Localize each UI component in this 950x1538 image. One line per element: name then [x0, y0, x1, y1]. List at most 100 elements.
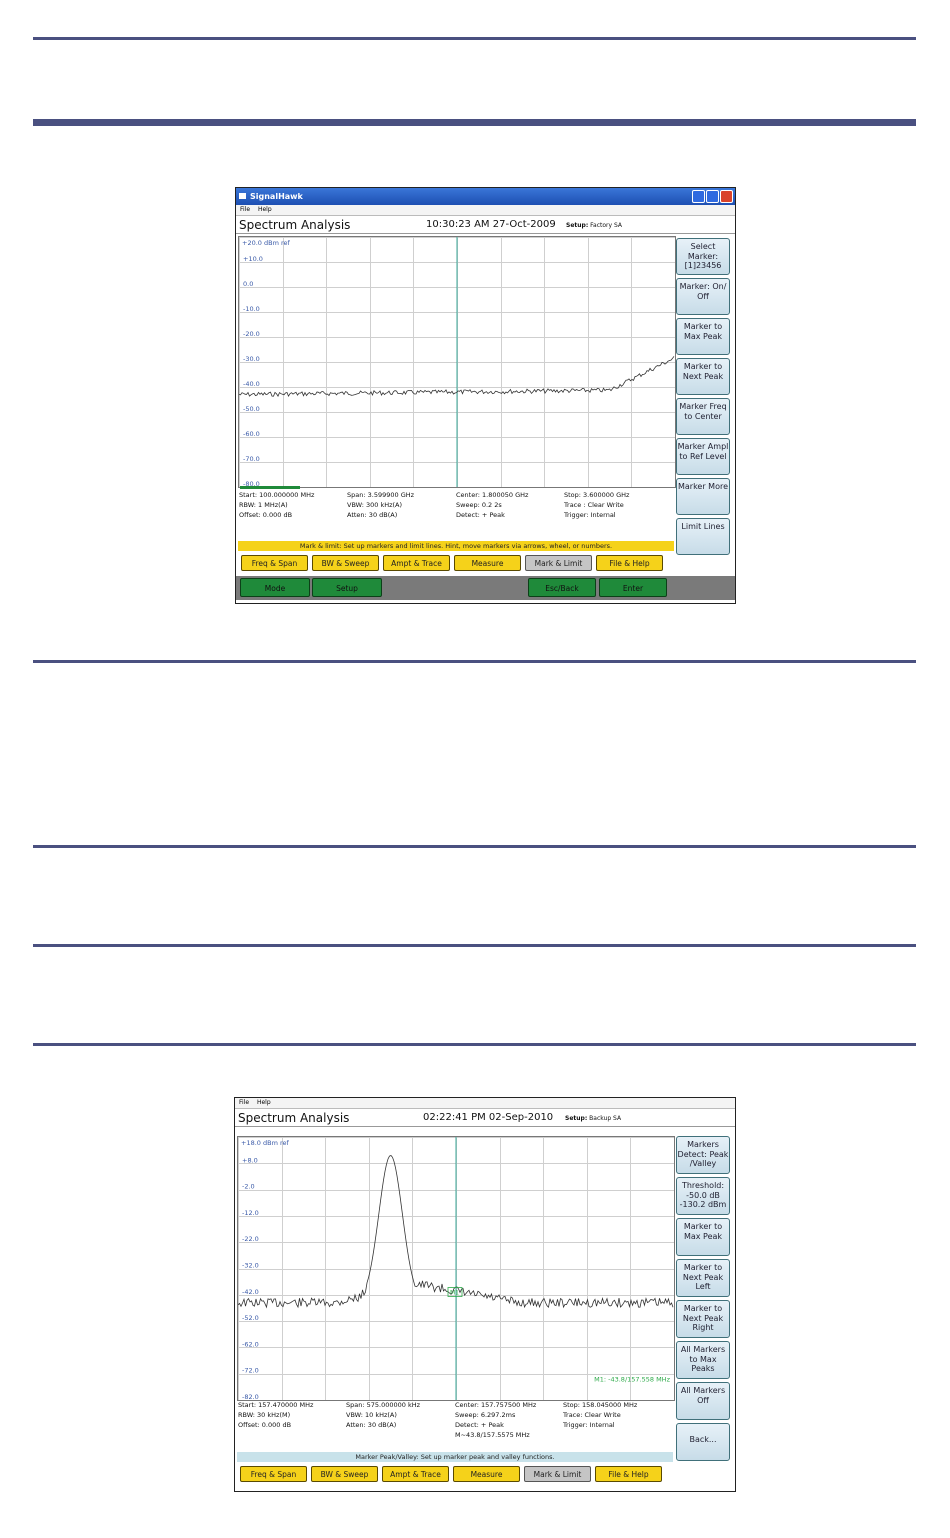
y-axis-tick-label: -10.0: [243, 305, 260, 313]
softkey-select-marker[interactable]: Select Marker: [1]23456: [676, 238, 730, 275]
sweep-parameters: Start: 157.470000 MHz RBW: 30 kHz(M) Off…: [238, 1401, 674, 1446]
softkey-all-markers-max-peaks[interactable]: All Markers to Max Peaks: [676, 1341, 730, 1379]
y-axis-tick-label: -20.0: [243, 330, 260, 338]
param-trigger: Trigger: Internal: [563, 1421, 615, 1429]
y-axis-tick-label: -52.0: [242, 1314, 259, 1322]
minimize-button[interactable]: [692, 190, 705, 203]
softkey-next-peak-right[interactable]: Marker to Next Peak Right: [676, 1300, 730, 1338]
tab-ampt-trace[interactable]: Ampt & Trace: [383, 555, 450, 571]
signalhawk-window-2: File Help Spectrum Analysis 02:22:41 PM …: [234, 1097, 736, 1492]
tab-mark-limit[interactable]: Mark & Limit: [525, 555, 592, 571]
param-atten: Atten: 30 dB(A): [347, 511, 398, 519]
softkey-limit-lines[interactable]: Limit Lines: [676, 518, 730, 555]
param-trace: Trace : Clear Write: [564, 501, 624, 509]
esc-back-button[interactable]: Esc/Back: [528, 578, 596, 597]
window-titlebar: SignalHawk: [236, 188, 735, 205]
y-axis-tick-label: -2.0: [242, 1183, 255, 1191]
param-trigger: Trigger: Internal: [564, 511, 616, 519]
section-rule: [33, 845, 916, 848]
menu-help[interactable]: Help: [258, 206, 272, 213]
softkey-marker-to-max-peak[interactable]: Marker to Max Peak: [676, 1218, 730, 1256]
param-trace: Trace: Clear Write: [563, 1411, 621, 1419]
tab-measure[interactable]: Measure: [454, 555, 521, 571]
y-axis-tick-label: -22.0: [242, 1235, 259, 1243]
softkey-all-markers-off[interactable]: All Markers Off: [676, 1382, 730, 1420]
screen-title: Spectrum Analysis: [239, 218, 351, 232]
param-sweep: Sweep: 6.297.2ms: [455, 1411, 516, 1419]
window-title: SignalHawk: [250, 192, 303, 201]
menu-bar: File Help: [236, 205, 735, 216]
sweep-parameters: Start: 100.000000 MHz RBW: 1 MHz(A) Offs…: [239, 491, 675, 526]
tab-measure[interactable]: Measure: [453, 1466, 520, 1482]
mode-button[interactable]: Mode: [240, 578, 310, 597]
softkey-marker-to-max-peak[interactable]: Marker to Max Peak: [676, 318, 730, 355]
y-axis-tick-label: -82.0: [242, 1393, 259, 1400]
spectrum-plot: +18.0 dBm ref +8.0 -2.0 -12.0 -22.0 -32.0 -42.…: [237, 1136, 675, 1401]
softkey-column: Markers Detect: Peak /Valley Threshold: …: [676, 1136, 734, 1468]
param-atten: Atten: 30 dB(A): [346, 1421, 397, 1429]
param-marker: M~43.8/157.5575 MHz: [455, 1431, 530, 1439]
setup-value: Factory SA: [590, 222, 623, 229]
softkey-next-peak-left[interactable]: Marker to Next Peak Left: [676, 1259, 730, 1297]
status-line: Mark & limit: Set up markers and limit l…: [238, 541, 674, 551]
spectrum-plot-svg: +18.0 dBm ref +8.0 -2.0 -12.0 -22.0 -32.0 -42.…: [238, 1137, 674, 1400]
tab-freq-span[interactable]: Freq & Span: [241, 555, 308, 571]
y-axis-tick-label: 0.0: [243, 280, 253, 288]
setup-value: Backup SA: [589, 1115, 622, 1122]
softkey-marker-freq-to-center[interactable]: Marker Freq to Center: [676, 398, 730, 435]
softkey-marker-to-next-peak[interactable]: Marker to Next Peak: [676, 358, 730, 395]
softkey-marker-on-off[interactable]: Marker: On/ Off: [676, 278, 730, 315]
tab-bw-sweep[interactable]: BW & Sweep: [312, 555, 379, 571]
app-icon: [239, 193, 246, 199]
param-start: Start: 100.000000 MHz: [239, 491, 315, 499]
param-rbw: RBW: 1 MHz(A): [239, 501, 288, 509]
section-rule-thick: [33, 119, 916, 126]
section-rule: [33, 660, 916, 663]
section-rule: [33, 37, 916, 40]
menu-file[interactable]: File: [239, 1099, 249, 1106]
softkey-column: Select Marker: [1]23456 Marker: On/ Off …: [676, 238, 734, 558]
softkey-threshold[interactable]: Threshold: -50.0 dB -130.2 dBm: [676, 1177, 730, 1215]
screen-header: Spectrum Analysis 02:22:41 PM 02-Sep-201…: [235, 1109, 735, 1127]
y-axis-tick-label: -30.0: [243, 355, 260, 363]
setup-button[interactable]: Setup: [312, 578, 382, 597]
menu-bar: File Help: [235, 1098, 735, 1109]
tab-file-help[interactable]: File & Help: [596, 555, 663, 571]
tab-bw-sweep[interactable]: BW & Sweep: [311, 1466, 378, 1482]
tab-mark-limit[interactable]: Mark & Limit: [524, 1466, 591, 1482]
menu-file[interactable]: File: [240, 206, 250, 213]
y-axis-tick-label: +8.0: [242, 1156, 258, 1164]
marker-readout: M1: -43.8/157.558 MHz: [594, 1376, 670, 1384]
screen-header: Spectrum Analysis 10:30:23 AM 27-Oct-200…: [236, 216, 735, 234]
enter-button[interactable]: Enter: [599, 578, 667, 597]
param-span: Span: 3.599900 GHz: [347, 491, 415, 499]
close-button[interactable]: [720, 190, 733, 203]
clock: 10:30:23 AM 27-Oct-2009: [426, 219, 556, 230]
param-offset: Offset: 0.000 dB: [238, 1421, 292, 1429]
y-axis-tick-label: -12.0: [242, 1209, 259, 1217]
setup-indicator: Setup: Backup SA: [565, 1115, 621, 1122]
y-axis-tick-label: -32.0: [242, 1262, 259, 1270]
tab-ampt-trace[interactable]: Ampt & Trace: [382, 1466, 449, 1482]
y-axis-tick-label: -72.0: [242, 1367, 259, 1375]
y-axis-tick-label: -70.0: [243, 455, 260, 463]
maximize-button[interactable]: [706, 190, 719, 203]
softkey-markers-detect[interactable]: Markers Detect: Peak /Valley: [676, 1136, 730, 1174]
tab-file-help[interactable]: File & Help: [595, 1466, 662, 1482]
tab-freq-span[interactable]: Freq & Span: [240, 1466, 307, 1482]
status-line: Marker Peak/Valley: Set up marker peak a…: [237, 1452, 673, 1462]
param-vbw: VBW: 10 kHz(A): [346, 1411, 397, 1419]
softkey-marker-more[interactable]: Marker More: [676, 478, 730, 515]
y-axis-tick-label: -60.0: [243, 430, 260, 438]
softkey-marker-ampl-to-ref[interactable]: Marker Ampl to Ref Level: [676, 438, 730, 475]
marker-m1-tag: M1: [450, 1289, 459, 1296]
param-center: Center: 1.800050 GHz: [456, 491, 529, 499]
section-rule: [33, 944, 916, 947]
param-center: Center: 157.757500 MHz: [455, 1401, 537, 1409]
param-rbw: RBW: 30 kHz(M): [238, 1411, 291, 1419]
function-tab-bar: Freq & Span BW & Sweep Ampt & Trace Meas…: [237, 1464, 673, 1484]
y-axis-tick-label: -50.0: [243, 405, 260, 413]
softkey-back[interactable]: Back...: [676, 1423, 730, 1461]
menu-help[interactable]: Help: [257, 1099, 271, 1106]
param-vbw: VBW: 300 kHz(A): [347, 501, 403, 509]
